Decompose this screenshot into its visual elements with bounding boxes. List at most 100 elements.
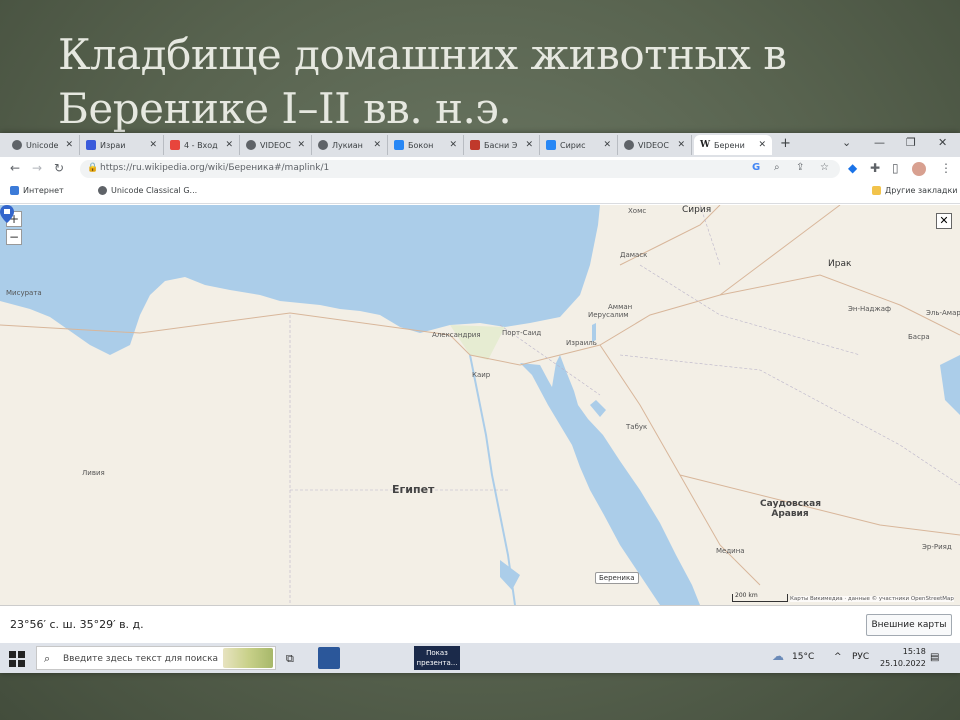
puzzle-icon[interactable]: ✚ bbox=[870, 161, 880, 175]
map-label-el-amara: Эль-Амара bbox=[926, 309, 960, 317]
clock-date: 25.10.2022 bbox=[880, 659, 926, 668]
map-view[interactable]: + − ✕ Хомс Сирия Дамаск Ирак Эн-Наджаф Э… bbox=[0, 205, 960, 605]
zoom-icon[interactable]: ⌕ bbox=[774, 162, 780, 173]
close-tab-icon[interactable]: ✕ bbox=[525, 140, 533, 150]
new-tab-button[interactable]: + bbox=[780, 136, 791, 151]
map-marker-label[interactable]: Береника bbox=[595, 572, 639, 584]
word-app-icon[interactable] bbox=[318, 647, 340, 669]
globe-icon bbox=[98, 186, 107, 195]
map-label-saudi-arabia: Саудовская Аравия bbox=[760, 499, 821, 519]
lock-icon[interactable]: 🔒 bbox=[87, 163, 98, 173]
bookmark-star-icon[interactable]: ☆ bbox=[820, 162, 829, 173]
browser-tab[interactable]: Unicode ✕ bbox=[6, 135, 80, 155]
book-icon bbox=[470, 140, 480, 150]
browser-screenshot: Unicode ✕ Израи ✕ 4 - Вход ✕ VIDEOC ✕ Лу… bbox=[0, 133, 960, 673]
map-attribution[interactable]: Карты Викимедиа · данные © участники Ope… bbox=[790, 596, 954, 602]
chevron-up-icon[interactable]: ^ bbox=[834, 652, 842, 662]
tab-label: VIDEOC bbox=[638, 140, 669, 150]
search-highlight-image bbox=[223, 648, 273, 668]
browser-tab[interactable]: VIDEOC ✕ bbox=[240, 135, 312, 155]
close-tab-icon[interactable]: ✕ bbox=[603, 140, 611, 150]
browser-tab[interactable]: Израи ✕ bbox=[80, 135, 164, 155]
notification-icon[interactable]: ▤ bbox=[930, 652, 939, 663]
restore-button[interactable]: ❐ bbox=[906, 136, 916, 149]
map-label-homs: Хомс bbox=[628, 207, 647, 215]
other-bookmarks-label: Другие закладки bbox=[885, 186, 958, 195]
map-label-amman: Амман bbox=[608, 303, 633, 311]
map-label-cairo: Каир bbox=[472, 371, 491, 379]
tab-label: VIDEOC bbox=[260, 140, 291, 150]
taskbar-search[interactable]: ⌕ Введите здесь текст для поиска bbox=[36, 646, 276, 670]
folder-icon bbox=[10, 186, 19, 195]
tab-label: 4 - Вход bbox=[184, 140, 218, 150]
map-label-najaf: Эн-Наджаф bbox=[848, 305, 891, 313]
task-view-icon[interactable]: ⧉ bbox=[286, 652, 294, 666]
map-pin-icon[interactable] bbox=[0, 205, 14, 223]
map-label-medina: Медина bbox=[716, 547, 745, 555]
other-bookmarks[interactable]: Другие закладки bbox=[872, 186, 958, 195]
tab-strip: Unicode ✕ Израи ✕ 4 - Вход ✕ VIDEOC ✕ Лу… bbox=[0, 133, 960, 157]
tab-label: Unicode bbox=[26, 140, 59, 150]
url-text[interactable]: https://ru.wikipedia.org/wiki/Береникa#/… bbox=[100, 163, 329, 173]
close-tab-icon[interactable]: ✕ bbox=[758, 140, 766, 150]
tab-label: Бокон bbox=[408, 140, 434, 150]
bookmark-label: Unicode Classical G... bbox=[111, 186, 198, 195]
clock-time: 15:18 bbox=[902, 647, 926, 656]
tab-label: Сирис bbox=[560, 140, 586, 150]
clock[interactable]: 15:18 25.10.2022 bbox=[880, 646, 926, 670]
vk-icon bbox=[394, 140, 404, 150]
close-tab-icon[interactable]: ✕ bbox=[373, 140, 381, 150]
close-tab-icon[interactable]: ✕ bbox=[225, 140, 233, 150]
grid-icon bbox=[86, 140, 96, 150]
browser-tab[interactable]: VIDEOC ✕ bbox=[618, 135, 692, 155]
weather-text[interactable]: 15°C bbox=[792, 652, 814, 662]
external-maps-button[interactable]: Внешние карты bbox=[866, 614, 952, 636]
extension-icon[interactable]: ◆ bbox=[848, 161, 857, 175]
map-label-basra: Басра bbox=[908, 333, 930, 341]
scale-label: 200 km bbox=[735, 592, 758, 599]
slide-title: Кладбище домашних животных в Беренике I–… bbox=[58, 30, 787, 133]
folder-icon bbox=[872, 186, 881, 195]
back-arrow-icon[interactable]: ← bbox=[10, 161, 20, 175]
zoom-out-button[interactable]: − bbox=[6, 229, 22, 245]
map-close-button[interactable]: ✕ bbox=[936, 213, 952, 229]
close-tab-icon[interactable]: ✕ bbox=[297, 140, 305, 150]
share-icon[interactable]: ⇪ bbox=[796, 162, 804, 173]
address-bar[interactable]: 🔒 https://ru.wikipedia.org/wiki/Береникa… bbox=[80, 160, 840, 178]
forward-arrow-icon[interactable]: → bbox=[32, 161, 42, 175]
minimize-button[interactable]: — bbox=[874, 136, 885, 149]
avatar[interactable] bbox=[912, 162, 926, 176]
bookmark-label: Интернет bbox=[23, 186, 64, 195]
map-label-egypt: Египет bbox=[392, 483, 435, 496]
browser-tab[interactable]: 4 - Вход ✕ bbox=[164, 135, 240, 155]
globe-icon bbox=[318, 140, 328, 150]
sidepanel-icon[interactable]: ▯ bbox=[892, 161, 899, 175]
close-tab-icon[interactable]: ✕ bbox=[449, 140, 457, 150]
map-label-iraq: Ирак bbox=[828, 259, 852, 269]
mail-icon bbox=[170, 140, 180, 150]
browser-tab[interactable]: Басни Э ✕ bbox=[464, 135, 540, 155]
google-icon[interactable]: G bbox=[752, 162, 760, 173]
map-label-tabuk: Табук bbox=[626, 423, 648, 431]
menu-icon[interactable]: ⋮ bbox=[940, 161, 952, 175]
browser-tab[interactable]: Бокон ✕ bbox=[388, 135, 464, 155]
tab-search-button[interactable]: ⌄ bbox=[842, 136, 851, 149]
bookmark-item[interactable]: Unicode Classical G... bbox=[98, 186, 197, 195]
language-indicator[interactable]: РУС bbox=[852, 652, 869, 662]
close-tab-icon[interactable]: ✕ bbox=[677, 140, 685, 150]
cloud-icon[interactable]: ☁ bbox=[772, 649, 784, 663]
windows-start-icon[interactable] bbox=[9, 651, 25, 667]
reload-icon[interactable]: ↻ bbox=[54, 161, 64, 175]
map-scale-bar: 200 km bbox=[732, 592, 788, 602]
bookmark-item[interactable]: Интернет bbox=[10, 186, 64, 195]
tab-label: Израи bbox=[100, 140, 126, 150]
close-tab-icon[interactable]: ✕ bbox=[65, 140, 73, 150]
browser-tab[interactable]: Лукиан ✕ bbox=[312, 135, 388, 155]
powerpoint-slideshow-thumbnail[interactable]: Показ презента... bbox=[414, 646, 460, 670]
close-tab-icon[interactable]: ✕ bbox=[149, 140, 157, 150]
browser-tab[interactable]: Сирис ✕ bbox=[540, 135, 618, 155]
globe-icon bbox=[246, 140, 256, 150]
wikipedia-icon: W bbox=[700, 140, 711, 150]
close-window-button[interactable]: ✕ bbox=[938, 136, 947, 149]
browser-tab-active[interactable]: W Берени ✕ bbox=[694, 135, 772, 155]
